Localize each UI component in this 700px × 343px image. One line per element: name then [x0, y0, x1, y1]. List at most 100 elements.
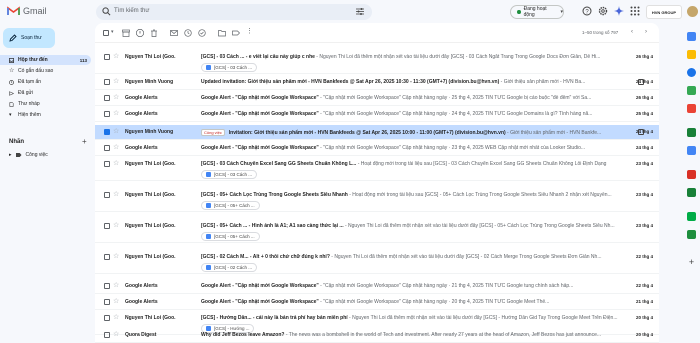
email-row[interactable]: ☆ Nguyen Thi Loi (Goo. [GCS] - 05+ Cách … — [95, 188, 659, 212]
chevron-left-icon[interactable]: ‹ — [631, 29, 633, 35]
add-label-icon[interactable]: + — [82, 137, 87, 146]
help-icon[interactable]: ? — [582, 6, 592, 16]
star-icon[interactable]: ☆ — [113, 109, 119, 117]
send-icon — [9, 90, 14, 96]
contacts-app-icon[interactable] — [687, 86, 696, 95]
row-checkbox[interactable] — [104, 145, 110, 151]
email-row[interactable]: ☆ Nguyen Thi Loi (Goo. [GCS] - 03 Cách .… — [95, 50, 659, 74]
email-row[interactable]: ☆ Google Alerts Google Alert - "Cập nhật… — [95, 279, 659, 294]
compose-button[interactable]: Soạn thư — [3, 28, 55, 48]
chevron-down-icon[interactable]: ▾ — [111, 29, 119, 37]
sidebar-item-inbox[interactable]: Hộp thư đến 113 — [0, 55, 91, 65]
report-spam-icon[interactable] — [136, 29, 144, 37]
star-icon[interactable]: ☆ — [113, 77, 119, 85]
row-checkbox[interactable] — [104, 283, 110, 289]
calendar-app-icon[interactable] — [687, 32, 696, 41]
email-sender: Google Alerts — [125, 145, 158, 151]
more-options-icon[interactable]: ⋮ — [246, 27, 254, 35]
snooze-icon[interactable] — [184, 29, 192, 37]
addon-app-icon[interactable] — [687, 188, 696, 197]
row-checkbox[interactable] — [104, 79, 110, 85]
chevron-right-icon[interactable]: › — [645, 29, 647, 35]
row-checkbox[interactable] — [104, 95, 110, 101]
search-input[interactable]: Tìm kiếm thư — [114, 8, 149, 14]
sidebar-item-sent[interactable]: Đã gửi — [0, 88, 91, 98]
keep-app-icon[interactable] — [687, 50, 696, 59]
email-content: [GCS] - 03 Cách ... - e viết lại câu này… — [201, 54, 628, 60]
star-icon[interactable]: ☆ — [113, 190, 119, 198]
avatar[interactable] — [687, 6, 698, 17]
move-to-icon[interactable] — [218, 29, 226, 37]
sidebar-item-starred[interactable]: ☆ Có gắn dấu sao — [0, 66, 91, 76]
maps-app-icon[interactable] — [687, 104, 696, 113]
email-row[interactable]: ☆ Nguyen Thi Loi (Goo. [GCS] - 02 Cách M… — [95, 250, 659, 274]
meet-app-icon[interactable] — [687, 212, 696, 221]
email-row[interactable]: ☆ Nguyen Thi Loi (Goo. [GCS] - 03 Cách C… — [95, 157, 659, 181]
row-checkbox[interactable] — [104, 111, 110, 117]
row-checkbox[interactable] — [104, 223, 110, 229]
row-checkbox[interactable] — [104, 192, 110, 198]
settings-icon[interactable] — [598, 6, 608, 16]
attachment-chip[interactable]: [GCS] - 05+ Cách ... — [201, 232, 260, 241]
row-checkbox[interactable] — [104, 299, 110, 305]
email-row[interactable]: ☆ Google Alerts Google Alert - "Cập nhật… — [95, 91, 659, 106]
email-row[interactable]: ☆ Google Alerts Google Alert - "Cập nhật… — [95, 107, 659, 122]
tasks-app-icon[interactable] — [687, 68, 696, 77]
delete-icon[interactable] — [150, 29, 158, 37]
label-tag[interactable]: Công việc — [201, 129, 225, 136]
search-options-icon[interactable] — [356, 8, 364, 15]
chat-app-icon[interactable] — [687, 230, 696, 239]
labels-heading: Nhãn — [9, 139, 24, 145]
email-sender: Google Alerts — [125, 111, 158, 117]
row-checkbox[interactable] — [104, 161, 110, 167]
docs-app-icon[interactable] — [687, 146, 696, 155]
star-icon[interactable]: ☆ — [113, 52, 119, 60]
add-task-icon[interactable] — [198, 29, 206, 37]
add-addon-icon[interactable]: + — [687, 258, 696, 267]
star-icon[interactable]: ☆ — [113, 159, 119, 167]
sidebar-label-work[interactable]: ▸ Công việc — [9, 152, 48, 158]
star-icon[interactable]: ☆ — [113, 252, 119, 260]
sidebar-item-snoozed[interactable]: Đã tạm ẩn — [0, 77, 91, 87]
star-icon[interactable]: ☆ — [113, 297, 119, 305]
star-icon[interactable]: ☆ — [113, 330, 119, 338]
attachment-chip[interactable]: [GCS] - 03 Cách ... — [201, 63, 258, 72]
search-bar[interactable]: Tìm kiếm thư — [96, 4, 372, 20]
row-checkbox[interactable] — [104, 332, 110, 338]
email-row[interactable]: ☆ Nguyen Thi Loi (Goo. [GCS] - 05+ Cách … — [95, 219, 659, 243]
star-icon[interactable]: ☆ — [113, 127, 119, 135]
star-icon[interactable]: ☆ — [113, 93, 119, 101]
email-row-selected[interactable]: ☆ Nguyen Minh Vuong Công việc Invitation:… — [95, 125, 659, 140]
email-row[interactable]: ☆ Google Alerts Google Alert - "Cập nhật… — [95, 141, 659, 156]
attachment-chip[interactable]: [GCS] - 03 Cách ... — [201, 170, 258, 179]
attachment-chip[interactable]: [GCS] - 05+ Cách ... — [201, 201, 260, 210]
select-all-checkbox[interactable] — [103, 30, 109, 36]
row-checkbox[interactable] — [104, 254, 110, 260]
row-checkbox[interactable] — [104, 315, 110, 321]
label-icon[interactable] — [232, 29, 240, 37]
mark-unread-icon[interactable] — [170, 29, 178, 37]
gmail-logo[interactable]: Gmail — [7, 6, 47, 16]
addon-app-icon[interactable] — [687, 170, 696, 179]
star-icon[interactable]: ☆ — [113, 281, 119, 289]
row-checkbox[interactable] — [104, 129, 110, 135]
search-icon[interactable] — [102, 7, 111, 16]
sidebar-item-more[interactable]: ▾ Hiện thêm — [0, 110, 91, 120]
email-row[interactable]: ☆ Nguyen Minh Vuong Updated invitation: … — [95, 75, 659, 90]
status-dropdown[interactable]: Đang hoạt động ▾ — [510, 5, 564, 19]
email-subject: [GCS] - Hướng Dẫn... - cái này là bản tr… — [201, 315, 348, 321]
attachment-chip[interactable]: [GCS] - 02 Cách ... — [201, 263, 258, 272]
row-checkbox[interactable] — [104, 54, 110, 60]
apps-grid-icon[interactable] — [630, 6, 640, 16]
sidebar-item-drafts[interactable]: Thư nháp — [0, 99, 91, 109]
star-icon[interactable]: ☆ — [113, 221, 119, 229]
organization-logo[interactable]: HVN GROUP — [646, 5, 682, 19]
star-icon[interactable]: ☆ — [113, 143, 119, 151]
sidebar-item-label: Đã tạm ẩn — [18, 79, 42, 85]
email-row[interactable]: ☆ Google Alerts Google Alert - "Cập nhật… — [95, 295, 659, 310]
archive-icon[interactable] — [122, 29, 130, 37]
star-icon[interactable]: ☆ — [113, 313, 119, 321]
gemini-icon[interactable] — [614, 6, 624, 16]
email-row[interactable]: ☆ Quora Digest Why did Jeff Bezos leave … — [95, 328, 659, 343]
sheets-app-icon[interactable] — [687, 128, 696, 137]
